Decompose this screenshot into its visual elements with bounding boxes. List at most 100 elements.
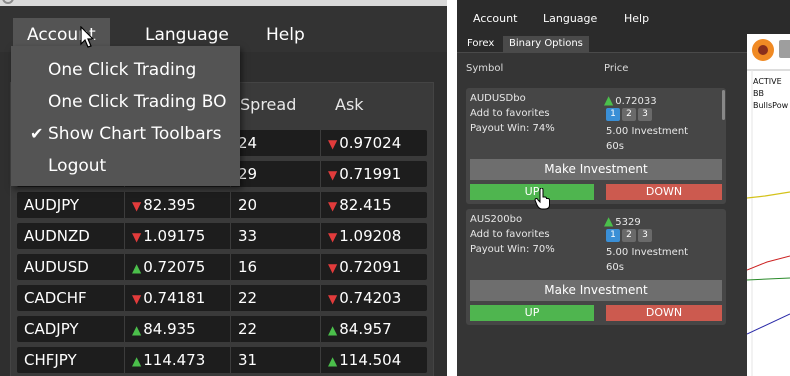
menu-item-logout[interactable]: Logout [11,150,240,182]
option-symbol: AUS200bo [470,214,523,225]
triangle-down-icon: ▼ [328,261,338,275]
triangle-up-icon: ▲ [328,354,338,368]
spread-cell-value: 22 [238,320,258,338]
ask-cell: ▲ 114.504 [321,347,427,373]
bid-cell-value: 114.473 [143,351,206,369]
bid-cell: ▼ 82.395 [125,192,231,218]
triangle-down-icon: ▼ [132,292,142,306]
investment-amount[interactable]: 5.00 Investment [606,126,688,137]
symbol-cell-value: CADJPY [24,320,79,338]
hand-cursor-icon [534,188,550,210]
symbol-cell-value: CHFJPY [24,351,77,369]
menu-account[interactable]: Account [473,12,517,25]
chart-indicator-labels: ACTIVE BB BullsPow [753,76,788,112]
triangle-down-icon: ▼ [328,230,338,244]
menu-item-label: One Click Trading BO [48,92,227,112]
triangle-up-icon: ▲ [604,214,614,228]
add-to-favorites-link[interactable]: Add to favorites [470,108,550,119]
expiry-choice-2[interactable]: 2 [622,229,636,242]
table-row[interactable]: AUDJPY ▼ 82.395 20 ▼ 82.415 [17,192,427,218]
triangle-down-icon: ▼ [328,199,338,213]
symbol-cell: CADJPY [17,316,125,342]
table-row[interactable]: CHFJPY ▲ 114.473 31 ▲ 114.504 [17,347,427,373]
bid-cell: ▼ 0.74181 [125,285,231,311]
symbol-cell: AUDNZD [17,223,125,249]
ask-cell-value: 0.74203 [339,289,402,307]
column-header-spread[interactable]: Spread [240,95,296,114]
payout-text: Payout Win: 70% [470,244,555,255]
ask-cell: ▼ 0.71991 [321,161,427,187]
spread-cell: 31 [231,347,321,373]
triangle-down-icon: ▼ [328,292,338,306]
spread-cell: 22 [231,285,321,311]
make-investment-button[interactable]: Make Investment [470,159,722,180]
triangle-up-icon: ▲ [328,323,338,337]
option-card: AUDUSDbo ▲ 0.72033 Add to favorites Payou… [466,88,726,204]
spread-cell-value: 16 [238,258,258,276]
triangle-up-icon: ▲ [604,93,614,107]
scrollbar[interactable] [722,90,725,120]
bid-cell: ▼ 1.09175 [125,223,231,249]
checkmark-icon: ✔ [30,124,44,143]
menu-item-show-chart-toolbars[interactable]: ✔ Show Chart Toolbars [11,118,240,150]
instrument-tabs: Forex Binary Options [457,34,747,52]
column-header-price: Price [604,63,629,74]
menu-item-label: Logout [48,156,107,176]
expiry-choice-1[interactable]: 1 [606,229,620,242]
symbol-cell: AUDJPY [17,192,125,218]
column-header-symbol: Symbol [466,63,504,74]
spread-cell: 20 [231,192,321,218]
spread-cell: 16 [231,254,321,280]
triangle-down-icon: ▼ [328,137,338,151]
option-card: AUS200bo ▲ 5329 Add to favorites Payout W… [466,209,726,325]
table-row[interactable]: AUDNZD ▼ 1.09175 33 ▼ 1.09208 [17,223,427,249]
left-trading-window: Account Language Help Spread Ask 24 ▼ 0.97… [0,0,447,376]
down-button[interactable]: DOWN [606,305,722,321]
up-button[interactable]: UP [470,184,594,200]
bid-cell-value: 84.935 [143,320,196,338]
chart-label: BB [753,89,764,98]
table-row[interactable]: CADJPY ▲ 84.935 22 ▲ 84.957 [17,316,427,342]
column-header-ask[interactable]: Ask [335,95,364,114]
tab-forex[interactable]: Forex [461,36,500,52]
bid-cell-value: 0.72075 [143,258,206,276]
investment-amount[interactable]: 5.00 Investment [606,247,688,258]
option-symbol: AUDUSDbo [470,93,526,104]
symbol-cell-value: AUDJPY [24,196,80,214]
option-price: ▲ 5329 [604,214,641,228]
menu-language[interactable]: Language [543,12,597,25]
table-row[interactable]: AUDUSD ▲ 0.72075 16 ▼ 0.72091 [17,254,427,280]
symbol-cell: AUDUSD [17,254,125,280]
window-control-icon[interactable] [2,0,14,4]
app-logo-icon [752,39,774,61]
expiry-choice-3[interactable]: 3 [638,108,652,121]
make-investment-button[interactable]: Make Investment [470,280,722,301]
binary-options-panel: Symbol Price AUDUSDbo ▲ 0.72033 Add to fa… [457,52,747,376]
symbol-cell-value: CADCHF [24,289,87,307]
expiry-choice-1[interactable]: 1 [606,108,620,121]
menu-item-one-click-trading[interactable]: One Click Trading [11,54,240,86]
menu-help[interactable]: Help [252,18,319,52]
triangle-up-icon: ▲ [132,261,142,275]
spread-cell-value: 24 [238,134,258,152]
add-to-favorites-link[interactable]: Add to favorites [470,229,550,240]
menu-item-one-click-trading-bo[interactable]: One Click Trading BO [11,86,240,118]
ask-cell: ▼ 0.97024 [321,130,427,156]
up-button[interactable]: UP [470,305,594,321]
spread-cell-value: 31 [238,351,258,369]
bid-cell-value: 0.74181 [143,289,206,307]
ask-cell: ▼ 0.74203 [321,285,427,311]
ask-cell-value: 0.71991 [339,165,402,183]
tab-binary-options[interactable]: Binary Options [503,36,589,52]
toolbar-button[interactable] [779,40,790,58]
symbol-cell-value: AUDNZD [24,227,90,245]
down-button[interactable]: DOWN [606,184,722,200]
expiry-choice-3[interactable]: 3 [638,229,652,242]
table-row[interactable]: CADCHF ▼ 0.74181 22 ▼ 0.74203 [17,285,427,311]
expiry-choice-2[interactable]: 2 [622,108,636,121]
arrow-cursor-icon [80,26,95,48]
spread-cell-value: 20 [238,196,258,214]
ask-cell: ▼ 1.09208 [321,223,427,249]
bid-cell: ▲ 0.72075 [125,254,231,280]
menu-help[interactable]: Help [624,12,649,25]
